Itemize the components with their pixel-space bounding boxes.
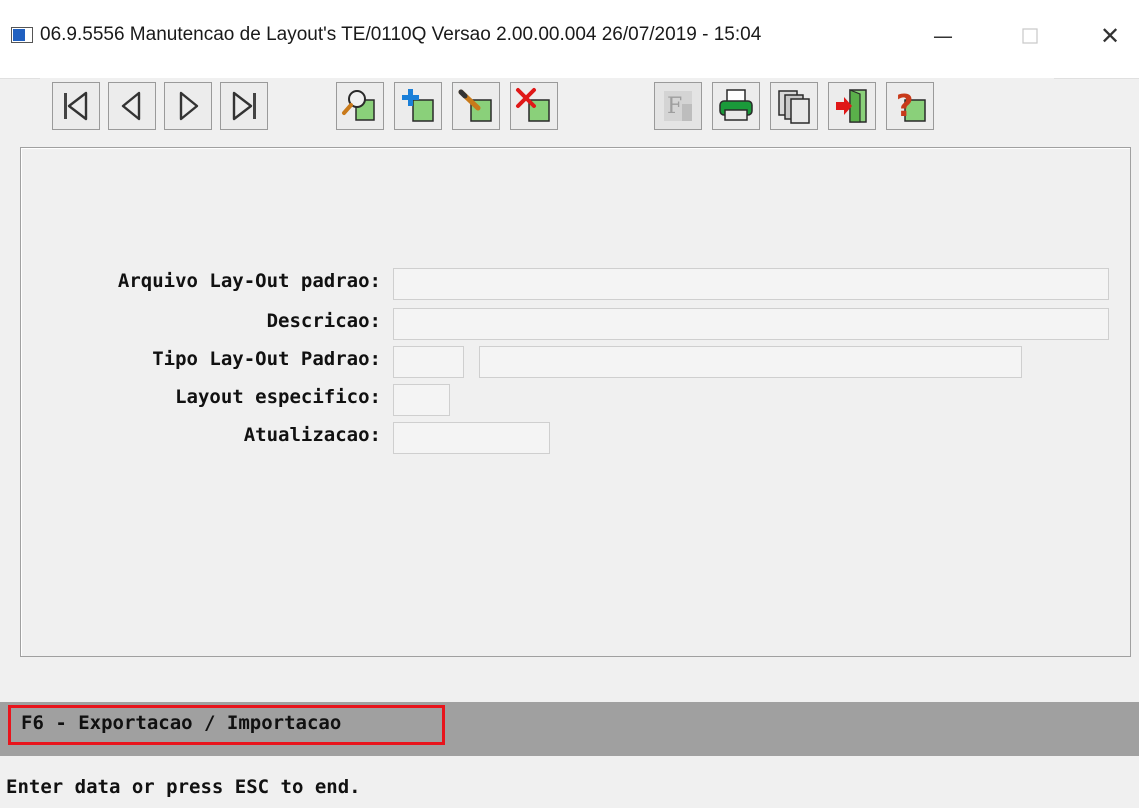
svg-text:?: ? xyxy=(896,89,913,124)
first-icon xyxy=(64,91,88,121)
descricao-label: Descricao: xyxy=(266,310,381,332)
last-record-button[interactable] xyxy=(220,82,268,130)
delete-icon xyxy=(516,88,550,122)
edit-button[interactable] xyxy=(452,82,500,130)
search-icon xyxy=(342,90,375,121)
next-icon xyxy=(179,91,199,121)
exit-icon xyxy=(836,89,867,123)
copy-icon xyxy=(778,90,810,124)
minimize-icon: — xyxy=(933,24,953,48)
print-button[interactable] xyxy=(712,82,760,130)
close-icon: ✕ xyxy=(1099,22,1121,50)
especifico-label: Layout especifico: xyxy=(175,386,381,408)
search-button[interactable] xyxy=(336,82,384,130)
delete-button[interactable] xyxy=(510,82,558,130)
f6-export-import-key[interactable]: F6 - Exportacao / Importacao xyxy=(8,705,445,745)
svg-text:F: F xyxy=(667,94,682,119)
arquivo-label: Arquivo Lay-Out padrao: xyxy=(117,270,381,292)
first-record-button[interactable] xyxy=(52,82,100,130)
last-icon xyxy=(232,91,256,121)
add-icon xyxy=(402,89,434,122)
app-window-icon xyxy=(11,27,33,43)
toolbar: F ? xyxy=(40,78,1054,150)
filter-icon: F xyxy=(664,91,692,121)
minimize-button[interactable]: — xyxy=(913,14,973,58)
help-button[interactable]: ? xyxy=(886,82,934,130)
add-button[interactable] xyxy=(394,82,442,130)
tipo-description-input[interactable] xyxy=(479,346,1022,378)
copy-button[interactable] xyxy=(770,82,818,130)
atualizacao-label: Atualizacao: xyxy=(243,424,381,446)
function-key-bar: F6 - Exportacao / Importacao xyxy=(0,702,1139,756)
previous-record-button[interactable] xyxy=(108,82,156,130)
window-titlebar: 06.9.5556 Manutencao de Layout's TE/0110… xyxy=(0,0,1139,79)
edit-icon xyxy=(458,89,492,122)
tipo-code-input[interactable] xyxy=(393,346,464,378)
filter-button[interactable]: F xyxy=(654,82,702,130)
tipo-label: Tipo Lay-Out Padrao: xyxy=(152,348,381,370)
maximize-icon xyxy=(1022,28,1038,44)
maximize-button[interactable] xyxy=(1000,14,1060,58)
next-record-button[interactable] xyxy=(164,82,212,130)
arquivo-input[interactable] xyxy=(393,268,1109,300)
previous-icon xyxy=(121,91,141,121)
print-icon xyxy=(719,89,753,121)
descricao-input[interactable] xyxy=(393,308,1109,340)
especifico-input[interactable] xyxy=(393,384,450,416)
close-button[interactable]: ✕ xyxy=(1080,14,1139,58)
status-message: Enter data or press ESC to end. xyxy=(6,776,361,798)
exit-button[interactable] xyxy=(828,82,876,130)
window-title: 06.9.5556 Manutencao de Layout's TE/0110… xyxy=(40,24,762,45)
help-icon: ? xyxy=(896,89,926,124)
atualizacao-input[interactable] xyxy=(393,422,550,454)
